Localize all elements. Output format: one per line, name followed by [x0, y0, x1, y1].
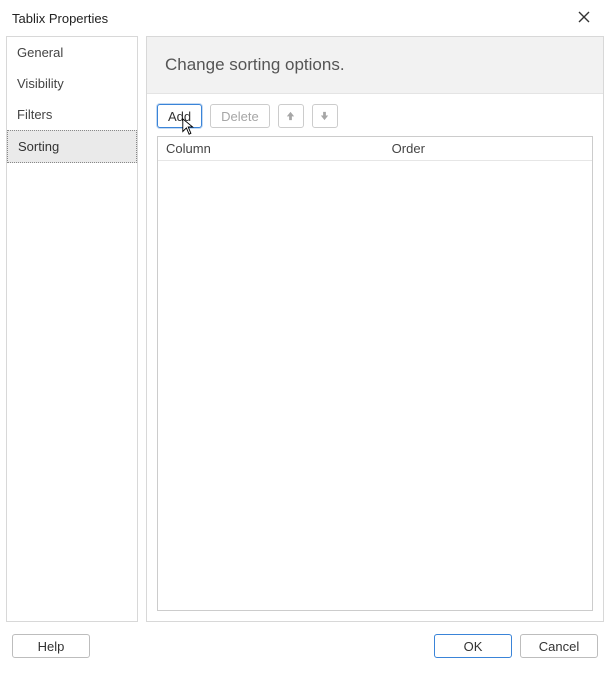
panel-header: Change sorting options. — [147, 37, 603, 94]
dialog-footer: Help OK Cancel — [0, 622, 610, 670]
move-down-button[interactable] — [312, 104, 338, 128]
sidebar-item-label: Filters — [17, 107, 52, 122]
nav-sidebar: General Visibility Filters Sorting — [6, 36, 138, 622]
ok-button[interactable]: OK — [434, 634, 512, 658]
close-icon — [578, 11, 590, 26]
grid-header-row: Column Order — [158, 137, 592, 161]
help-button[interactable]: Help — [12, 634, 90, 658]
main-panel: Change sorting options. Add Delete Colum… — [146, 36, 604, 622]
grid-header-column[interactable]: Column — [158, 137, 384, 160]
arrow-up-icon — [285, 109, 296, 124]
cancel-button[interactable]: Cancel — [520, 634, 598, 658]
title-bar: Tablix Properties — [0, 0, 610, 36]
footer-right: OK Cancel — [434, 634, 598, 658]
sidebar-item-label: General — [17, 45, 63, 60]
close-button[interactable] — [570, 4, 598, 32]
panel-heading: Change sorting options. — [165, 55, 585, 75]
sort-toolbar: Add Delete — [147, 94, 603, 136]
arrow-down-icon — [319, 109, 330, 124]
sidebar-item-general[interactable]: General — [7, 37, 137, 68]
sidebar-item-label: Sorting — [18, 139, 59, 154]
sidebar-item-visibility[interactable]: Visibility — [7, 68, 137, 99]
delete-button[interactable]: Delete — [210, 104, 270, 128]
sidebar-item-label: Visibility — [17, 76, 64, 91]
window-title: Tablix Properties — [12, 11, 108, 26]
sort-grid-wrap: Column Order — [147, 136, 603, 621]
sidebar-item-filters[interactable]: Filters — [7, 99, 137, 130]
move-up-button[interactable] — [278, 104, 304, 128]
sidebar-item-sorting[interactable]: Sorting — [7, 130, 137, 163]
add-button[interactable]: Add — [157, 104, 202, 128]
grid-header-order[interactable]: Order — [384, 137, 433, 160]
dialog-body: General Visibility Filters Sorting Chang… — [0, 36, 610, 622]
sort-grid[interactable]: Column Order — [157, 136, 593, 611]
grid-body — [158, 161, 592, 610]
